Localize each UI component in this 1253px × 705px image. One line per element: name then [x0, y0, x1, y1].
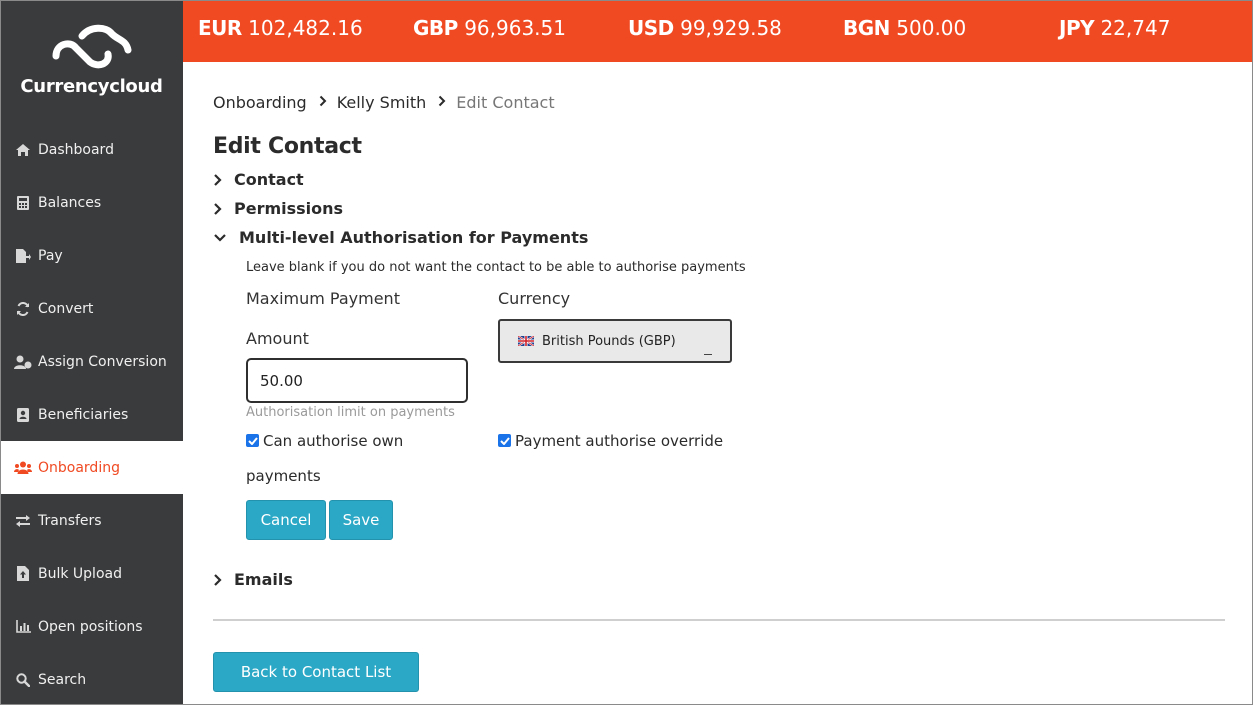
users-icon: [14, 460, 32, 476]
chevron-right-icon: [319, 95, 327, 111]
currency-amount: 22,747: [1100, 16, 1171, 40]
sidebar-item-pay[interactable]: Pay: [0, 229, 183, 282]
sidebar-item-label: Beneficiaries: [38, 406, 129, 423]
section-title: Permissions: [234, 199, 344, 218]
chevron-right-icon: [213, 173, 227, 187]
currency-amount: 102,482.16: [248, 16, 363, 40]
sidebar-item-transfers[interactable]: Transfers: [0, 494, 183, 547]
sidebar-item-onboarding[interactable]: Onboarding: [0, 441, 183, 494]
balance-eur[interactable]: EUR 102,482.16: [198, 16, 363, 40]
breadcrumb-onboarding[interactable]: Onboarding: [213, 93, 307, 112]
section-title: Multi-level Authorisation for Payments: [239, 228, 589, 247]
sidebar-item-label: Transfers: [38, 512, 102, 529]
chevron-right-icon: [213, 202, 227, 216]
breadcrumb: Onboarding Kelly Smith Edit Contact: [213, 93, 555, 112]
brand-name: Currencycloud: [20, 76, 163, 97]
bar-chart-icon: [14, 619, 32, 635]
breadcrumb-current: Edit Contact: [456, 93, 555, 112]
currency-amount: 500.00: [896, 16, 967, 40]
sidebar-item-bulk-upload[interactable]: Bulk Upload: [0, 547, 183, 600]
currency-select[interactable]: British Pounds (GBP): [498, 319, 732, 363]
sidebar-item-dashboard[interactable]: Dashboard: [0, 123, 183, 176]
mla-hint: Leave blank if you do not want the conta…: [246, 260, 746, 275]
balance-usd[interactable]: USD 99,929.58: [628, 16, 782, 40]
sidebar-item-label: Balances: [38, 194, 102, 211]
sidebar-item-assign-conversion[interactable]: Assign Conversion: [0, 335, 183, 388]
section-permissions-toggle[interactable]: Permissions: [213, 199, 343, 218]
currency-code: BGN: [843, 16, 890, 40]
balances-bar: EUR 102,482.16 GBP 96,963.51 USD 99,929.…: [183, 0, 1253, 62]
override-label: Payment authorise override: [515, 432, 724, 450]
section-title: Contact: [234, 170, 304, 189]
sidebar-item-balances[interactable]: Balances: [0, 176, 183, 229]
amount-help-text: Authorisation limit on payments: [246, 405, 455, 420]
breadcrumb-contact[interactable]: Kelly Smith: [337, 93, 427, 112]
currency-amount: 96,963.51: [464, 16, 566, 40]
sidebar-item-beneficiaries[interactable]: Beneficiaries: [0, 388, 183, 441]
sidebar-item-label: Pay: [38, 247, 63, 264]
currencycloud-logo-icon: [52, 24, 132, 69]
can-authorise-own-label-cont: payments: [246, 467, 321, 485]
section-title: Emails: [234, 570, 293, 589]
sidebar: Currencycloud Dashboard Balances Pay Con…: [0, 0, 183, 705]
save-button[interactable]: Save: [329, 500, 393, 540]
section-emails-toggle[interactable]: Emails: [213, 570, 293, 589]
amount-label: Amount: [246, 329, 309, 348]
override-row: Payment authorise override: [498, 432, 723, 450]
currency-amount: 99,929.58: [680, 16, 782, 40]
currency-code: GBP: [413, 16, 458, 40]
page-title: Edit Contact: [213, 134, 362, 159]
calculator-icon: [14, 195, 32, 211]
currency-code: EUR: [198, 16, 242, 40]
amount-input[interactable]: [246, 358, 468, 403]
currency-label: Currency: [498, 289, 571, 308]
pay-icon: [14, 248, 32, 264]
balance-gbp[interactable]: GBP 96,963.51: [413, 16, 566, 40]
sidebar-item-convert[interactable]: Convert: [0, 282, 183, 335]
address-book-icon: [14, 407, 32, 423]
balance-bgn[interactable]: BGN 500.00: [843, 16, 966, 40]
file-upload-icon: [14, 566, 32, 582]
sidebar-item-label: Search: [38, 671, 87, 688]
currency-code: USD: [628, 16, 674, 40]
select-caret-icon: [704, 354, 712, 355]
brand-logo[interactable]: Currencycloud: [0, 0, 183, 124]
back-to-contact-list-button[interactable]: Back to Contact List: [213, 652, 419, 692]
sidebar-item-label: Assign Conversion: [38, 353, 167, 370]
sidebar-item-label: Onboarding: [38, 459, 120, 476]
sidebar-item-label: Convert: [38, 300, 94, 317]
section-contact-toggle[interactable]: Contact: [213, 170, 304, 189]
home-icon: [14, 142, 32, 158]
sidebar-item-search[interactable]: Search: [0, 653, 183, 705]
divider: [213, 619, 1225, 621]
sidebar-item-open-positions[interactable]: Open positions: [0, 600, 183, 653]
can-authorise-own-label: Can authorise own: [263, 432, 404, 450]
user-assign-icon: [14, 354, 32, 370]
sidebar-item-label: Open positions: [38, 618, 143, 635]
can-authorise-own-checkbox[interactable]: [246, 434, 259, 447]
cancel-button[interactable]: Cancel: [246, 500, 326, 540]
sidebar-item-label: Bulk Upload: [38, 565, 122, 582]
chevron-right-icon: [213, 573, 227, 587]
chevron-down-icon: [213, 233, 232, 242]
refresh-icon: [14, 301, 32, 317]
override-checkbox[interactable]: [498, 434, 511, 447]
chevron-right-icon: [438, 95, 446, 111]
currency-code: JPY: [1059, 16, 1095, 40]
sidebar-item-label: Dashboard: [38, 141, 114, 158]
can-authorise-own-row: Can authorise own payments: [246, 432, 446, 485]
balance-jpy[interactable]: JPY 22,747: [1059, 16, 1170, 40]
uk-flag-icon: [518, 336, 534, 346]
section-mla-toggle[interactable]: Multi-level Authorisation for Payments: [213, 228, 588, 247]
search-icon: [14, 672, 32, 688]
exchange-icon: [14, 513, 32, 529]
max-payment-label: Maximum Payment: [246, 289, 400, 308]
currency-select-value: British Pounds (GBP): [542, 333, 676, 349]
